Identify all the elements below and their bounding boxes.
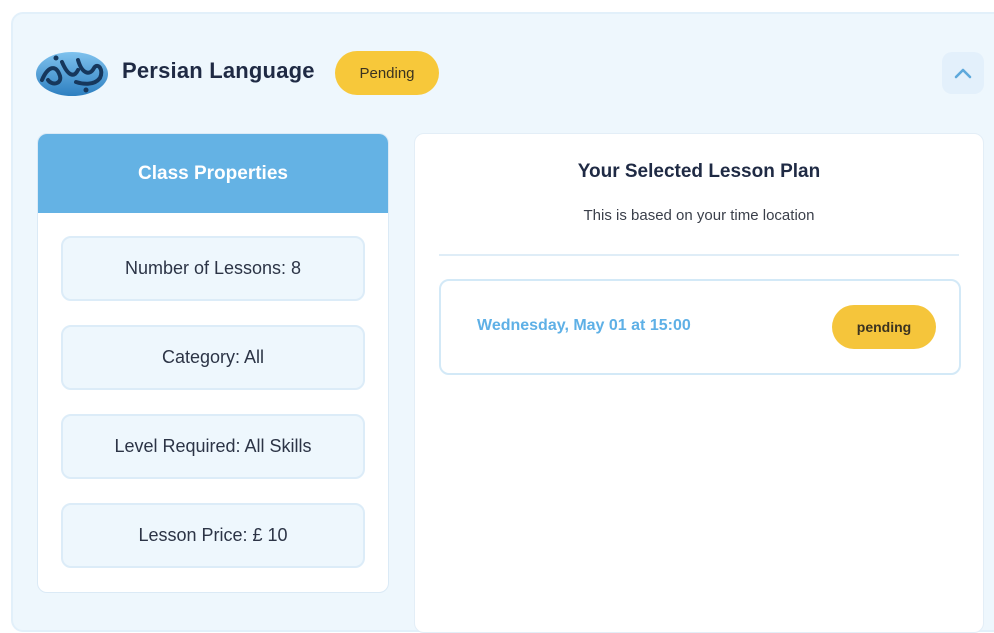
class-properties-panel: Class Properties Number of Lessons: 8 Ca…	[37, 133, 389, 593]
course-title: Persian Language	[122, 58, 315, 83]
lesson-datetime: Wednesday, May 01 at 15:00	[477, 317, 691, 334]
property-category: Category: All	[61, 325, 365, 390]
property-level-required: Level Required: All Skills	[61, 414, 365, 479]
course-status-badge: Pending	[335, 51, 439, 95]
property-number-of-lessons: Number of Lessons: 8	[61, 236, 365, 301]
persian-calligraphy-logo	[36, 52, 108, 96]
collapse-button[interactable]	[942, 52, 984, 94]
lesson-plan-panel: Your Selected Lesson Plan This is based …	[414, 133, 984, 633]
lesson-plan-subtitle: This is based on your time location	[583, 207, 815, 224]
lesson-status-badge: pending	[832, 305, 936, 349]
property-lesson-price: Lesson Price: £ 10	[61, 503, 365, 568]
class-properties-header: Class Properties	[38, 134, 388, 213]
divider	[439, 254, 959, 256]
lesson-item[interactable]: Wednesday, May 01 at 15:00 pending	[439, 279, 961, 375]
lesson-plan-title: Your Selected Lesson Plan	[577, 161, 821, 182]
chevron-up-icon	[954, 68, 972, 79]
